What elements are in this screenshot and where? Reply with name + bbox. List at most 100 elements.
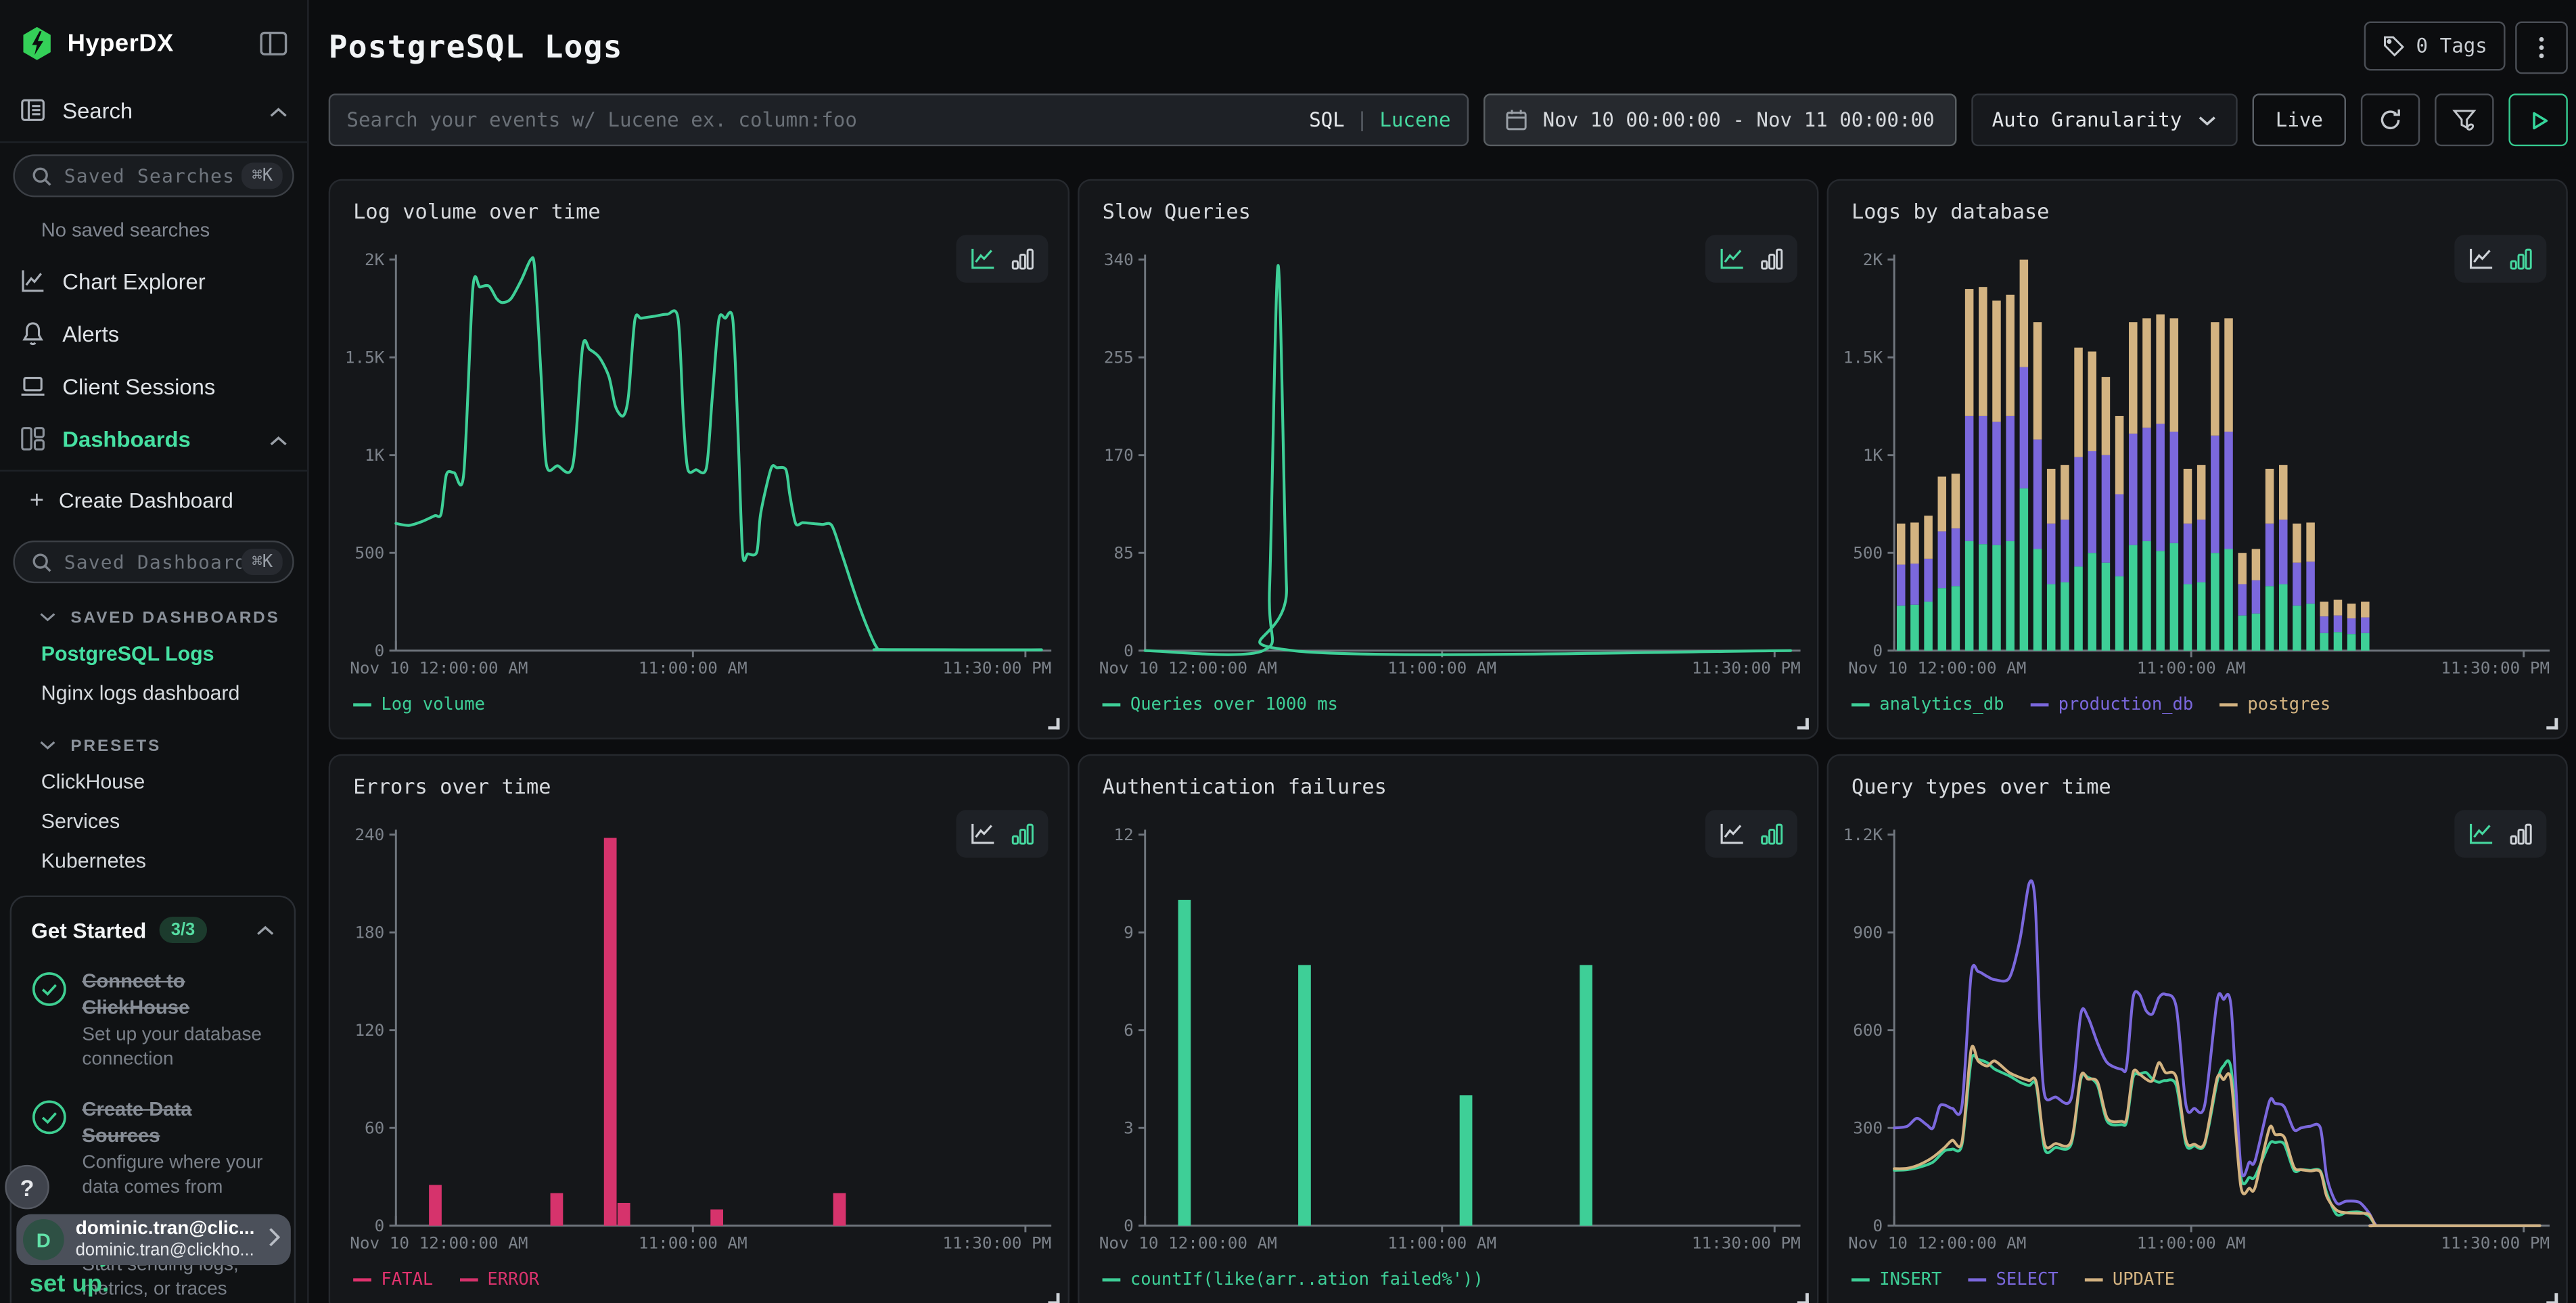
chart-plot-query-types[interactable]: 1.2K9006003000 xyxy=(1845,818,2550,1232)
chart-legend: countIf(like(arr..ation failed%')) xyxy=(1103,1270,1484,1289)
sidebar-item-dashboards[interactable]: Dashboards xyxy=(0,413,307,472)
sidebar-preset-services[interactable]: Services xyxy=(0,802,307,841)
panel-resize-handle[interactable] xyxy=(1048,718,1059,729)
sidebar-item-label: Chart Explorer xyxy=(62,269,205,293)
svg-text:170: 170 xyxy=(1104,445,1134,465)
user-account-chip[interactable]: D dominic.tran@clic... dominic.tran@clic… xyxy=(16,1214,291,1265)
date-range-picker[interactable]: Nov 10 00:00:00 - Nov 11 00:00:00 xyxy=(1484,93,1956,146)
chart-mode-toggle[interactable] xyxy=(2454,810,2546,857)
svg-text:1.5K: 1.5K xyxy=(346,348,384,367)
chart-legend: Queries over 1000 ms xyxy=(1103,695,1338,714)
app-root: HyperDX Search Saved Searches ⌘K xyxy=(0,0,2576,1303)
chart-mode-toggle[interactable] xyxy=(956,810,1048,857)
granularity-select[interactable]: Auto Granularity xyxy=(1971,93,2238,146)
sidebar-item-client-sessions[interactable]: Client Sessions xyxy=(0,360,307,413)
chart-plot-slow-queries[interactable]: 340255170850 xyxy=(1096,243,1801,657)
svg-text:0: 0 xyxy=(375,1216,385,1232)
legend-label: SELECT xyxy=(1996,1270,2058,1289)
sidebar-collapse-icon[interactable] xyxy=(260,31,288,55)
live-label: Live xyxy=(2276,108,2323,131)
chart-plot-log-volume[interactable]: 2K1.5K1K5000 xyxy=(346,243,1051,657)
live-button[interactable]: Live xyxy=(2253,93,2346,146)
get-started-item-sources[interactable]: Create Data Sources Configure where your… xyxy=(31,1096,274,1201)
sidebar-preset-clickhouse[interactable]: ClickHouse xyxy=(0,762,307,802)
legend-item[interactable]: analytics_db xyxy=(1852,695,2004,714)
chart-plot-auth-failures[interactable]: 129630 xyxy=(1096,818,1801,1232)
line-chart-mode-icon[interactable] xyxy=(969,821,996,846)
run-query-button[interactable] xyxy=(2508,93,2567,146)
bar-chart-mode-icon[interactable] xyxy=(2508,246,2533,271)
bar-chart-mode-icon[interactable] xyxy=(1760,246,1784,271)
legend-item[interactable]: production_db xyxy=(2030,695,2193,714)
legend-item[interactable]: INSERT xyxy=(1852,1270,1941,1289)
chart-panel-auth-failures: Authentication failures129630Nov 10 12:0… xyxy=(1078,754,1818,1303)
svg-text:240: 240 xyxy=(354,825,384,844)
saved-dashboards-section-header[interactable]: SAVED DASHBOARDS xyxy=(0,595,307,634)
get-started-title: Get Started xyxy=(31,917,146,942)
lang-separator: | xyxy=(1356,108,1368,131)
chart-plot-logs-by-database[interactable]: 2K1.5K1K5000 xyxy=(1845,243,2550,657)
sidebar-preset-kubernetes[interactable]: Kubernetes xyxy=(0,841,307,880)
create-dashboard-label: Create Dashboard xyxy=(59,488,233,512)
tags-button[interactable]: 0 Tags xyxy=(2364,22,2506,71)
legend-item[interactable]: FATAL xyxy=(353,1270,433,1289)
chevron-up-icon[interactable] xyxy=(256,915,275,945)
chart-mode-toggle[interactable] xyxy=(956,235,1048,282)
check-circle-icon xyxy=(31,971,67,1007)
line-chart-mode-icon[interactable] xyxy=(1718,246,1745,271)
svg-text:0: 0 xyxy=(1873,1216,1883,1232)
legend-item[interactable]: countIf(like(arr..ation failed%')) xyxy=(1103,1270,1484,1289)
legend-item[interactable]: Queries over 1000 ms xyxy=(1103,695,1338,714)
refresh-button[interactable] xyxy=(2361,93,2420,146)
more-menu-button[interactable] xyxy=(2515,22,2568,74)
query-language-toggle[interactable]: SQL | Lucene xyxy=(1309,108,1451,131)
chart-mode-toggle[interactable] xyxy=(1705,810,1797,857)
svg-text:500: 500 xyxy=(354,543,384,563)
legend-swatch xyxy=(2085,1278,2103,1281)
legend-item[interactable]: Log volume xyxy=(353,695,485,714)
panel-resize-handle[interactable] xyxy=(1797,718,1809,729)
chart-mode-toggle[interactable] xyxy=(2454,235,2546,282)
get-started-item-connect[interactable]: Connect to ClickHouse Set up your databa… xyxy=(31,967,274,1072)
lang-lucene[interactable]: Lucene xyxy=(1379,108,1450,131)
event-search-input[interactable]: Search your events w/ Lucene ex. column:… xyxy=(329,93,1469,146)
sidebar-dashboard-postgresql-logs[interactable]: PostgreSQL Logs xyxy=(0,634,307,673)
bar-chart-mode-icon[interactable] xyxy=(1760,821,1784,846)
panel-resize-handle[interactable] xyxy=(2546,1293,2558,1303)
panel-resize-handle[interactable] xyxy=(2546,718,2558,729)
lang-sql[interactable]: SQL xyxy=(1309,108,1345,131)
sidebar: HyperDX Search Saved Searches ⌘K xyxy=(0,0,309,1303)
chart-panel-query-types: Query types over time1.2K9006003000Nov 1… xyxy=(1827,754,2568,1303)
bar-chart-mode-icon[interactable] xyxy=(1011,246,1035,271)
help-label: ? xyxy=(20,1174,34,1200)
create-dashboard-button[interactable]: + Create Dashboard xyxy=(0,472,307,529)
line-chart-mode-icon[interactable] xyxy=(1718,821,1745,846)
legend-label: Queries over 1000 ms xyxy=(1130,695,1338,714)
legend-item[interactable]: SELECT xyxy=(1968,1270,2058,1289)
bar-chart-mode-icon[interactable] xyxy=(1011,821,1035,846)
avatar: D xyxy=(23,1219,64,1260)
sidebar-item-label: Dashboards xyxy=(62,426,191,451)
help-button[interactable]: ? xyxy=(5,1165,49,1210)
sidebar-dashboard-nginx[interactable]: Nginx logs dashboard xyxy=(0,674,307,713)
panel-resize-handle[interactable] xyxy=(1797,1293,1809,1303)
line-chart-mode-icon[interactable] xyxy=(2468,246,2494,271)
filter-edit-button[interactable] xyxy=(2435,93,2493,146)
sidebar-item-chart-explorer[interactable]: Chart Explorer xyxy=(0,254,307,307)
legend-item[interactable]: ERROR xyxy=(459,1270,539,1289)
saved-searches-input[interactable]: Saved Searches ⌘K xyxy=(13,154,294,197)
chart-plot-errors-over-time[interactable]: 240180120600 xyxy=(346,818,1051,1232)
sidebar-item-alerts[interactable]: Alerts xyxy=(0,307,307,360)
legend-item[interactable]: UPDATE xyxy=(2085,1270,2175,1289)
sidebar-item-search[interactable]: Search xyxy=(0,84,307,143)
presets-section-header[interactable]: PRESETS xyxy=(0,723,307,762)
line-chart-mode-icon[interactable] xyxy=(969,246,996,271)
chart-title: Logs by database xyxy=(1852,199,2049,223)
panel-resize-handle[interactable] xyxy=(1048,1293,1059,1303)
chart-mode-toggle[interactable] xyxy=(1705,235,1797,282)
saved-dashboards-input[interactable]: Saved Dashboards ⌘K xyxy=(13,541,294,583)
line-chart-mode-icon[interactable] xyxy=(2468,821,2494,846)
legend-item[interactable]: postgres xyxy=(2220,695,2330,714)
shortcut-badge: ⌘K xyxy=(242,162,283,189)
bar-chart-mode-icon[interactable] xyxy=(2508,821,2533,846)
